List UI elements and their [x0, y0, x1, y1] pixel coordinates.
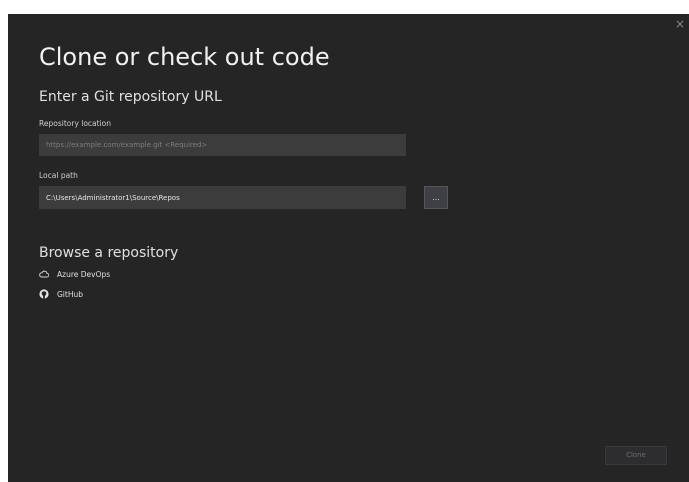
local-path-label: Local path	[39, 171, 78, 180]
cloud-icon	[39, 269, 49, 279]
provider-azure-devops[interactable]: Azure DevOps	[39, 269, 110, 279]
provider-label: GitHub	[57, 289, 83, 299]
provider-label: Azure DevOps	[57, 269, 111, 279]
local-path-input[interactable]	[39, 186, 406, 209]
browse-repository-heading: Browse a repository	[39, 245, 179, 261]
clone-dialog: × Clone or check out code Enter a Git re…	[8, 14, 689, 482]
git-url-heading: Enter a Git repository URL	[39, 89, 222, 105]
close-button[interactable]: ×	[673, 16, 687, 32]
repository-location-input[interactable]	[39, 134, 406, 156]
clone-button[interactable]: Clone	[605, 446, 667, 465]
provider-github[interactable]: GitHub	[39, 289, 83, 299]
repository-location-label: Repository location	[39, 119, 112, 128]
browse-path-button[interactable]: ...	[424, 186, 448, 209]
github-icon	[39, 289, 49, 299]
dialog-title: Clone or check out code	[39, 43, 330, 71]
close-icon[interactable]: ×	[675, 17, 685, 31]
